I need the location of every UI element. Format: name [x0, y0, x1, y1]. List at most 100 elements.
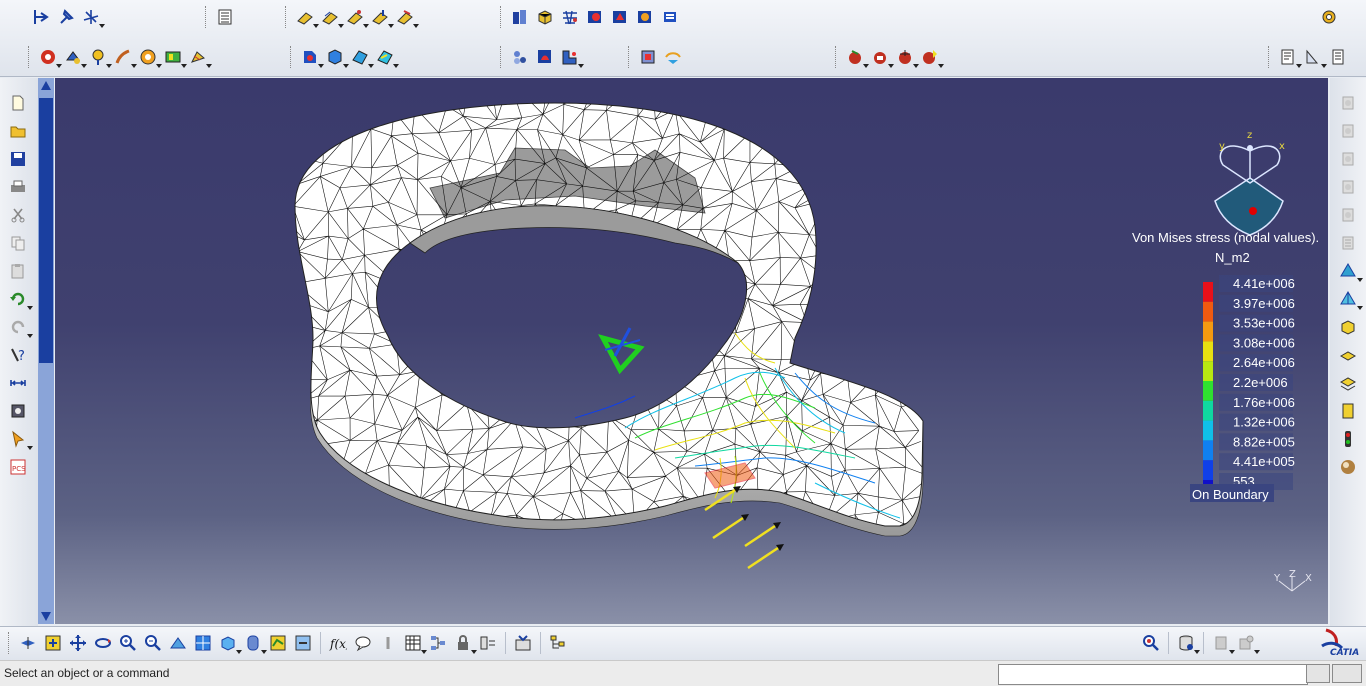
- knowledge-icon[interactable]: [377, 632, 399, 654]
- virtual-part-icon[interactable]: [137, 46, 162, 68]
- scroll-down-arrow-icon[interactable]: [41, 612, 51, 621]
- solver-icon-1[interactable]: [844, 46, 869, 68]
- toolbar-grip[interactable]: [290, 46, 294, 68]
- toolbar-grip[interactable]: [1268, 46, 1272, 68]
- constraint-icon[interactable]: [62, 46, 87, 68]
- property-icon[interactable]: [162, 46, 187, 68]
- mesh-icon[interactable]: [559, 6, 581, 28]
- settings-gear-icon[interactable]: [1318, 6, 1340, 28]
- analysis-tool-icon-2[interactable]: [1235, 632, 1260, 654]
- image-stress-icon[interactable]: [324, 46, 349, 68]
- swap-space-icon[interactable]: [292, 632, 314, 654]
- zoom-out-icon[interactable]: [142, 632, 164, 654]
- fly-mode-icon[interactable]: [17, 632, 39, 654]
- catalog-icon-6[interactable]: [1336, 232, 1360, 254]
- command-input[interactable]: [998, 664, 1308, 685]
- 3d-viewport[interactable]: z y x Von Mises stress (nodal values). N…: [55, 78, 1328, 624]
- multi-view-icon[interactable]: [192, 632, 214, 654]
- cut-icon[interactable]: [6, 204, 30, 226]
- inertia-icon[interactable]: [6, 400, 30, 422]
- open-folder-icon[interactable]: [6, 120, 30, 142]
- compute-icon-1[interactable]: [584, 6, 606, 28]
- catalog-icon-2[interactable]: [1336, 120, 1360, 142]
- compute-icon-2[interactable]: [609, 6, 631, 28]
- restraint-icon[interactable]: [37, 46, 62, 68]
- save-icon[interactable]: [6, 148, 30, 170]
- command-button-2[interactable]: [1332, 664, 1362, 683]
- scroll-thumb[interactable]: [39, 98, 53, 363]
- pan-icon[interactable]: [67, 632, 89, 654]
- surface-icon-4[interactable]: [369, 6, 394, 28]
- analysis-tool-icon-1[interactable]: [1210, 632, 1235, 654]
- catalog-icon-1[interactable]: [1336, 92, 1360, 114]
- redo-icon[interactable]: [6, 316, 33, 338]
- toolbar-grip[interactable]: [628, 46, 632, 68]
- image-principal-icon[interactable]: [374, 46, 399, 68]
- command-button-1[interactable]: [1306, 664, 1330, 683]
- solver-icon-2[interactable]: [869, 46, 894, 68]
- toolbar-grip[interactable]: [8, 632, 12, 654]
- print-icon[interactable]: [6, 176, 30, 198]
- surface-icon-3[interactable]: [344, 6, 369, 28]
- undo-icon[interactable]: [6, 288, 33, 310]
- tree-icon[interactable]: [547, 632, 569, 654]
- shading-icon[interactable]: [242, 632, 267, 654]
- pointer-tool-icon[interactable]: [30, 6, 52, 28]
- surface-icon-1[interactable]: [294, 6, 319, 28]
- pcs-icon[interactable]: PCS: [6, 456, 30, 478]
- relations-icon[interactable]: [427, 632, 449, 654]
- connection-icon[interactable]: [662, 46, 684, 68]
- rotate-icon[interactable]: [92, 632, 114, 654]
- axis-tool-icon[interactable]: [80, 6, 105, 28]
- normal-view-icon[interactable]: [167, 632, 189, 654]
- measure-icon[interactable]: [6, 372, 30, 394]
- sensor-icon[interactable]: [637, 46, 659, 68]
- zoom-in-icon[interactable]: [117, 632, 139, 654]
- feature-icon-2[interactable]: [1336, 288, 1363, 310]
- fit-all-icon[interactable]: [42, 632, 64, 654]
- surface-icon-2[interactable]: [319, 6, 344, 28]
- surface-icon-5[interactable]: [394, 6, 419, 28]
- toolbar-grip[interactable]: [28, 46, 32, 68]
- layers-icon[interactable]: [1336, 372, 1360, 394]
- comment-icon[interactable]: [352, 632, 374, 654]
- sphere-icon[interactable]: [1336, 456, 1360, 478]
- image-deformation-icon[interactable]: [299, 46, 324, 68]
- hide-show-icon[interactable]: [267, 632, 289, 654]
- catalog-browser-icon[interactable]: [512, 632, 534, 654]
- scroll-up-arrow-icon[interactable]: [41, 81, 51, 90]
- calculator-icon[interactable]: [214, 6, 236, 28]
- document-icon[interactable]: [1336, 400, 1360, 422]
- catalog-icon-5[interactable]: [1336, 204, 1360, 226]
- lock-icon[interactable]: [452, 632, 477, 654]
- cut-plane-icon[interactable]: [534, 46, 556, 68]
- traffic-light-icon[interactable]: [1336, 428, 1360, 450]
- pin-tool-icon[interactable]: [55, 6, 77, 28]
- solver-icon-4[interactable]: [919, 46, 944, 68]
- toolbar-grip[interactable]: [835, 46, 839, 68]
- report-icon[interactable]: [1277, 46, 1302, 68]
- animate-icon[interactable]: [509, 46, 531, 68]
- catalog-icon-3[interactable]: [1336, 148, 1360, 170]
- advanced-report-icon[interactable]: [1302, 46, 1327, 68]
- distributed-force-icon[interactable]: [112, 46, 137, 68]
- paste-icon[interactable]: [6, 260, 30, 282]
- fem-model-scene[interactable]: z y x Von Mises stress (nodal values). N…: [55, 78, 1328, 624]
- catalog-icon-4[interactable]: [1336, 176, 1360, 198]
- toolbar-grip[interactable]: [500, 46, 504, 68]
- database-icon[interactable]: [1175, 632, 1200, 654]
- compute-icon-4[interactable]: [659, 6, 681, 28]
- select-arrow-icon[interactable]: [6, 428, 33, 450]
- plane-icon[interactable]: [1336, 344, 1360, 366]
- formula-icon[interactable]: f(x): [327, 632, 349, 654]
- box-icon[interactable]: [1336, 316, 1360, 338]
- help-icon[interactable]: ?: [6, 344, 30, 366]
- new-document-icon[interactable]: [6, 92, 30, 114]
- feature-icon-1[interactable]: [1336, 260, 1363, 282]
- iso-view-icon[interactable]: [217, 632, 242, 654]
- rule-icon[interactable]: [477, 632, 499, 654]
- search-icon[interactable]: [1140, 632, 1162, 654]
- compass[interactable]: z y x: [1214, 130, 1285, 236]
- amplification-icon[interactable]: [559, 46, 584, 68]
- toolbar-grip[interactable]: [500, 6, 504, 28]
